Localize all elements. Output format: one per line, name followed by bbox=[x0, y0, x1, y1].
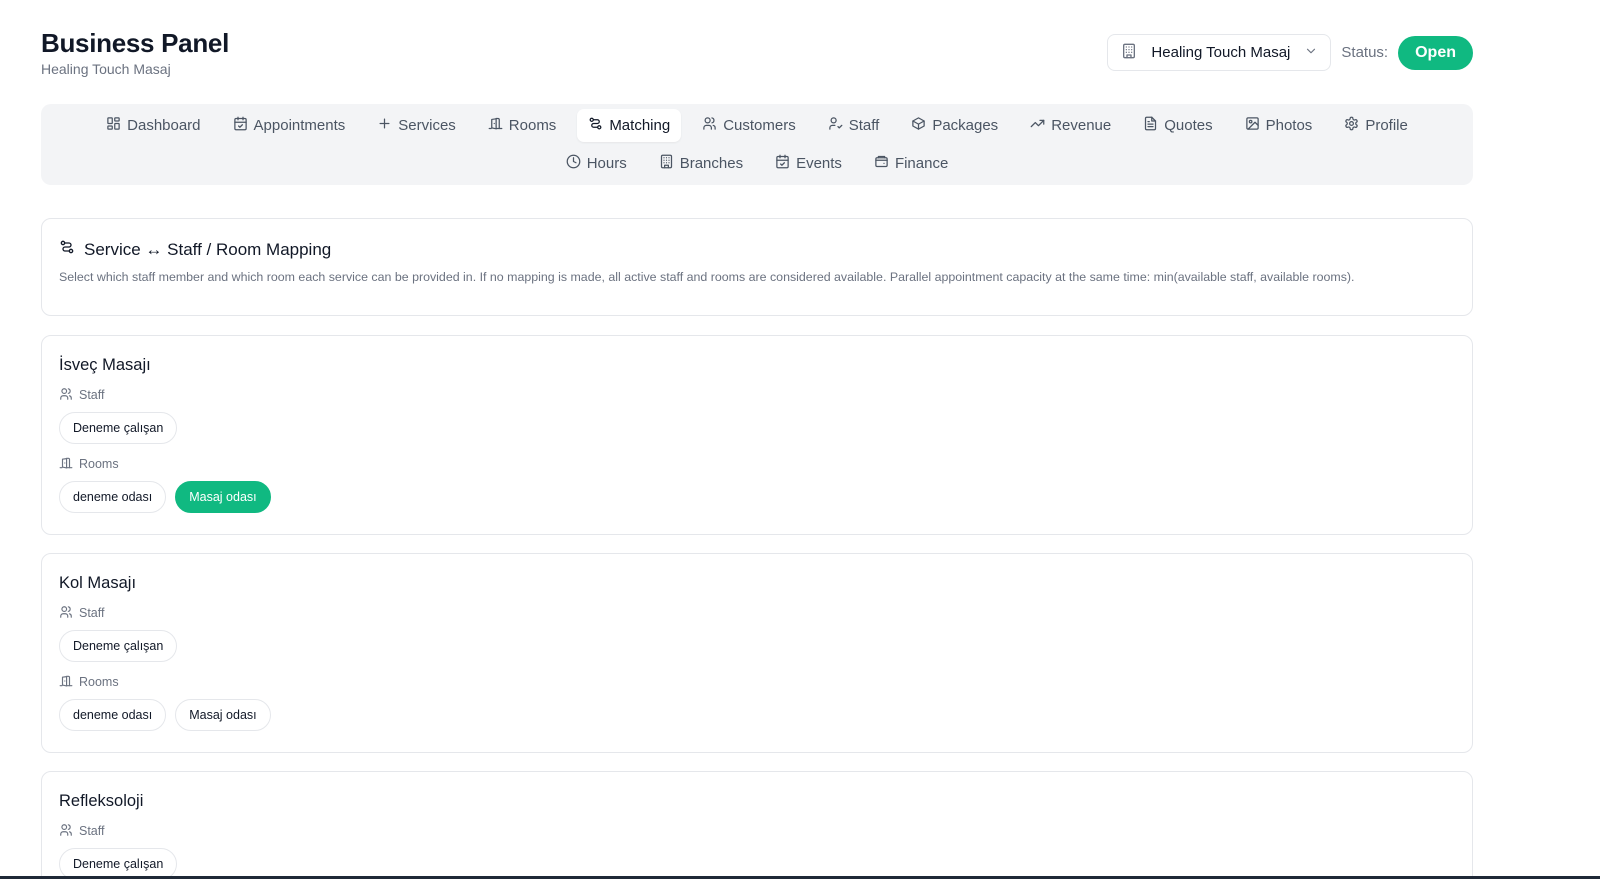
status-badge[interactable]: Open bbox=[1398, 35, 1473, 70]
users-icon bbox=[59, 387, 73, 404]
room-chip[interactable]: deneme odası bbox=[59, 481, 167, 513]
rooms-section-label: Rooms bbox=[59, 456, 1455, 472]
nav-item-staff[interactable]: Staff bbox=[817, 109, 891, 142]
dashboard-icon bbox=[106, 116, 121, 135]
staff-chip-row: Deneme çalışan bbox=[59, 412, 1455, 444]
users-icon bbox=[59, 823, 73, 840]
door-icon bbox=[59, 456, 73, 473]
nav-row-2: Hours Branches Events Finance bbox=[41, 147, 1473, 180]
user-check-icon bbox=[828, 116, 843, 135]
building-icon bbox=[659, 154, 674, 173]
page-header: Business Panel Healing Touch Masaj Heali… bbox=[41, 28, 1473, 88]
nav-row-1: Dashboard Appointments Services Rooms Matchi… bbox=[41, 109, 1473, 142]
nav-item-appointments[interactable]: Appointments bbox=[222, 109, 357, 142]
package-icon bbox=[911, 116, 926, 135]
staff-section-label: Staff bbox=[59, 387, 1455, 403]
staff-label: Staff bbox=[79, 824, 105, 838]
calendar-icon bbox=[775, 154, 790, 173]
service-card: RefleksolojiStaffDeneme çalışanRooms bbox=[41, 771, 1473, 879]
nav-item-label: Staff bbox=[848, 117, 880, 134]
status-label: Status: bbox=[1341, 44, 1389, 61]
staff-section-label: Staff bbox=[59, 823, 1455, 839]
clock-icon bbox=[566, 154, 581, 173]
nav-item-label: Events bbox=[796, 155, 842, 172]
nav-item-label: Revenue bbox=[1051, 117, 1112, 134]
door-icon bbox=[59, 674, 73, 691]
users-icon bbox=[59, 605, 73, 622]
route-icon bbox=[588, 116, 603, 135]
nav-item-label: Hours bbox=[586, 155, 627, 172]
staff-chip-row: Deneme çalışan bbox=[59, 630, 1455, 662]
nav-item-label: Packages bbox=[932, 117, 999, 134]
staff-chip[interactable]: Deneme çalışan bbox=[59, 412, 178, 444]
nav-item-label: Customers bbox=[723, 117, 796, 134]
nav-item-label: Finance bbox=[894, 155, 949, 172]
room-chip[interactable]: Masaj odası bbox=[175, 699, 271, 731]
staff-chip-row: Deneme çalışan bbox=[59, 848, 1455, 879]
staff-label: Staff bbox=[79, 388, 105, 402]
service-name: Refleksoloji bbox=[59, 792, 144, 810]
business-select-value: Healing Touch Masaj bbox=[1151, 44, 1291, 61]
nav-item-profile[interactable]: Profile bbox=[1333, 109, 1419, 142]
trending-up-icon bbox=[1030, 116, 1045, 135]
rooms-label: Rooms bbox=[79, 457, 119, 471]
nav-item-packages[interactable]: Packages bbox=[900, 109, 1009, 142]
route-icon bbox=[59, 239, 75, 260]
nav-item-label: Profile bbox=[1365, 117, 1408, 134]
nav-item-label: Services bbox=[398, 117, 456, 134]
mapping-title: Service ↔ Staff / Room Mapping bbox=[84, 239, 332, 259]
mapping-description: Select which staff member and which room… bbox=[59, 270, 1355, 284]
nav-item-label: Branches bbox=[679, 155, 744, 172]
rooms-label: Rooms bbox=[79, 675, 119, 689]
staff-section-label: Staff bbox=[59, 605, 1455, 621]
nav-item-quotes[interactable]: Quotes bbox=[1132, 109, 1223, 142]
nav-item-events[interactable]: Events bbox=[764, 147, 853, 180]
building-icon bbox=[1121, 43, 1137, 63]
users-icon bbox=[702, 116, 717, 135]
main-nav: Dashboard Appointments Services Rooms Matchi… bbox=[41, 104, 1473, 185]
service-name: Kol Masajı bbox=[59, 574, 137, 592]
nav-item-label: Matching bbox=[609, 117, 671, 134]
nav-item-photos[interactable]: Photos bbox=[1234, 109, 1324, 142]
nav-item-hours[interactable]: Hours bbox=[555, 147, 638, 180]
plus-icon bbox=[377, 116, 392, 135]
staff-chip[interactable]: Deneme çalışan bbox=[59, 848, 178, 879]
service-card: Kol Masajı Staff Deneme çalışan Rooms deneme… bbox=[41, 553, 1473, 753]
nav-item-label: Dashboard bbox=[127, 117, 201, 134]
room-chip[interactable]: deneme odası bbox=[59, 699, 167, 731]
nav-item-matching[interactable]: Matching bbox=[577, 109, 682, 142]
nav-item-label: Rooms bbox=[508, 117, 557, 134]
nav-item-customers[interactable]: Customers bbox=[691, 109, 807, 142]
staff-chip[interactable]: Deneme çalışan bbox=[59, 630, 178, 662]
nav-item-finance[interactable]: Finance bbox=[863, 147, 959, 180]
nav-item-dashboard[interactable]: Dashboard bbox=[95, 109, 211, 142]
nav-item-rooms[interactable]: Rooms bbox=[477, 109, 568, 142]
header-actions: Healing Touch Masaj Status: Open bbox=[1107, 34, 1473, 71]
service-card: İsveç Masajı Staff Deneme çalışan Rooms dene… bbox=[41, 335, 1473, 535]
service-name: İsveç Masajı bbox=[59, 356, 151, 374]
calendar-icon bbox=[233, 116, 248, 135]
door-icon bbox=[488, 116, 503, 135]
rooms-section-label: Rooms bbox=[59, 674, 1455, 690]
nav-item-label: Photos bbox=[1265, 117, 1313, 134]
nav-item-revenue[interactable]: Revenue bbox=[1019, 109, 1122, 142]
mapping-title-row: Service ↔ Staff / Room Mapping bbox=[59, 239, 1455, 260]
nav-item-branches[interactable]: Branches bbox=[648, 147, 754, 180]
business-select[interactable]: Healing Touch Masaj bbox=[1107, 34, 1332, 71]
rooms-chip-row: deneme odası Masaj odası bbox=[59, 481, 1455, 513]
wallet-icon bbox=[874, 154, 889, 173]
nav-item-label: Quotes bbox=[1164, 117, 1213, 134]
gear-icon bbox=[1344, 116, 1359, 135]
room-chip[interactable]: Masaj odası bbox=[175, 481, 271, 513]
nav-item-services[interactable]: Services bbox=[366, 109, 467, 142]
rooms-chip-row: deneme odası Masaj odası bbox=[59, 699, 1455, 731]
image-icon bbox=[1245, 116, 1260, 135]
chevron-down-icon bbox=[1304, 44, 1318, 62]
staff-label: Staff bbox=[79, 606, 105, 620]
file-icon bbox=[1143, 116, 1158, 135]
nav-item-label: Appointments bbox=[253, 117, 346, 134]
mapping-info-card: Service ↔ Staff / Room Mapping Select wh… bbox=[41, 218, 1473, 316]
